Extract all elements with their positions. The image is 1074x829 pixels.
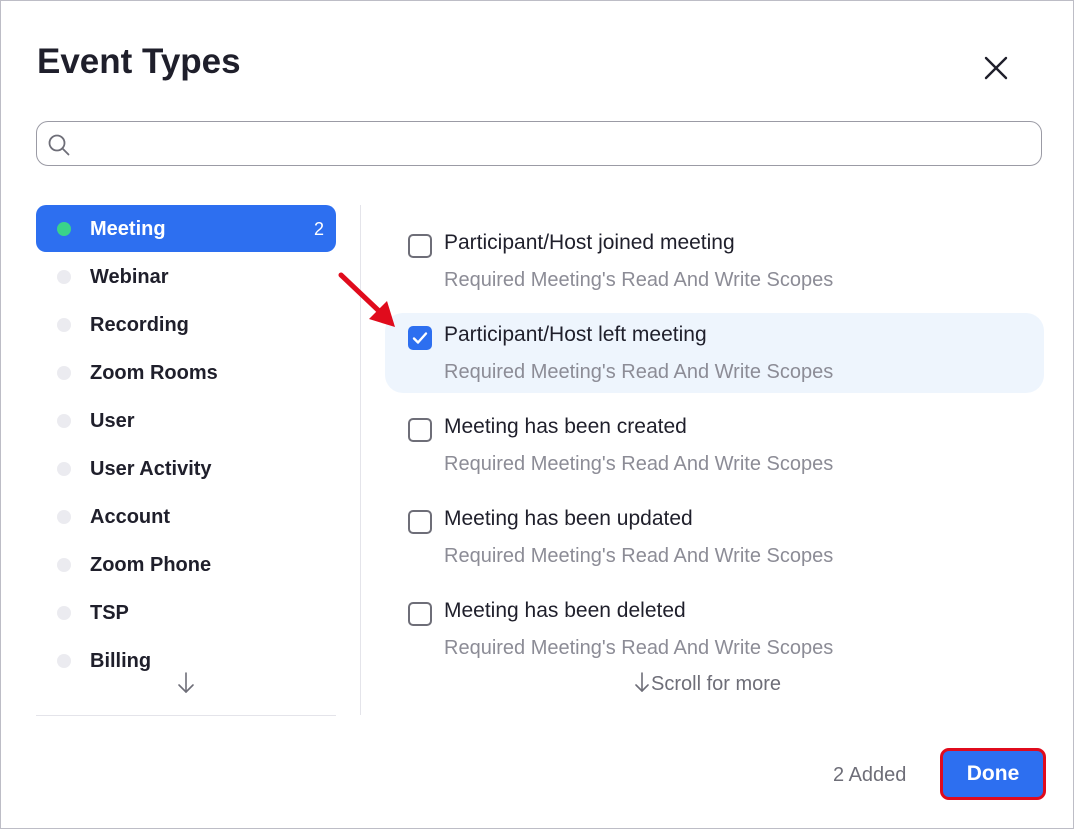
event-scope-text: Required Meeting's Read And Write Scopes xyxy=(444,637,834,659)
event-row[interactable]: Meeting has been deleted Required Meetin… xyxy=(385,589,1044,669)
dot-icon xyxy=(57,270,71,284)
event-row[interactable]: Meeting has been created Required Meetin… xyxy=(385,405,1044,485)
sidebar-item-label: Zoom Phone xyxy=(90,554,212,576)
event-checkbox[interactable] xyxy=(408,418,432,442)
event-scope-text: Required Meeting's Read And Write Scopes xyxy=(444,545,834,567)
added-count-text: 2 Added xyxy=(833,764,907,786)
sidebar-item-account[interactable]: Account xyxy=(36,493,336,540)
event-row-selected[interactable]: Participant/Host left meeting Required M… xyxy=(385,313,1044,393)
category-sidebar: Meeting 2 Webinar Recording Zoom Rooms U… xyxy=(36,205,336,716)
sidebar-item-label: Account xyxy=(90,506,170,528)
event-scope-text: Required Meeting's Read And Write Scopes xyxy=(444,361,834,383)
sidebar-item-webinar[interactable]: Webinar xyxy=(36,253,336,300)
close-icon xyxy=(984,56,1008,80)
dot-icon xyxy=(57,318,71,332)
event-row[interactable]: Participant/Host joined meeting Required… xyxy=(385,221,1044,301)
sidebar-item-count: 2 xyxy=(313,219,324,239)
done-button-label: Done xyxy=(945,753,1041,795)
dot-icon xyxy=(57,558,71,572)
arrow-down-icon xyxy=(635,672,649,692)
done-button[interactable]: Done xyxy=(940,748,1046,800)
active-dot-icon xyxy=(57,222,71,236)
search-icon xyxy=(48,134,70,156)
search-input[interactable] xyxy=(83,128,1027,162)
event-label: Meeting has been deleted xyxy=(444,599,686,622)
sidebar-item-zoom-rooms[interactable]: Zoom Rooms xyxy=(36,349,336,396)
sidebar-item-label: Zoom Rooms xyxy=(90,362,218,384)
checkmark-icon xyxy=(412,332,428,344)
sidebar-item-label: User Activity xyxy=(90,458,212,480)
sidebar-item-label: User xyxy=(90,410,135,432)
sidebar-item-zoom-phone[interactable]: Zoom Phone xyxy=(36,541,336,588)
sidebar-item-label: Billing xyxy=(90,650,152,672)
event-label: Meeting has been updated xyxy=(444,507,693,530)
dot-icon xyxy=(57,366,71,380)
sidebar-item-label: TSP xyxy=(90,602,129,624)
event-label: Participant/Host left meeting xyxy=(444,323,707,346)
dialog-title: Event Types xyxy=(37,42,241,81)
search-box[interactable] xyxy=(36,121,1042,166)
dot-icon xyxy=(57,414,71,428)
scroll-for-more-label: Scroll for more xyxy=(651,673,782,695)
sidebar-item-recording[interactable]: Recording xyxy=(36,301,336,348)
event-row[interactable]: Meeting has been updated Required Meetin… xyxy=(385,497,1044,577)
event-label: Meeting has been created xyxy=(444,415,687,438)
sidebar-item-label: Recording xyxy=(90,314,189,336)
scroll-for-more-hint[interactable]: Scroll for more xyxy=(633,671,781,696)
dot-icon xyxy=(57,510,71,524)
sidebar-item-user[interactable]: User xyxy=(36,397,336,444)
sidebar-item-label: Meeting xyxy=(90,218,166,240)
dot-icon xyxy=(57,462,71,476)
arrow-down-icon[interactable] xyxy=(176,671,196,695)
event-checkbox[interactable] xyxy=(408,234,432,258)
annotation-arrow-icon xyxy=(338,272,395,327)
event-list: Participant/Host joined meeting Required… xyxy=(385,221,1045,696)
event-scope-text: Required Meeting's Read And Write Scopes xyxy=(444,269,834,291)
event-label: Participant/Host joined meeting xyxy=(444,231,735,254)
close-button[interactable] xyxy=(977,49,1015,87)
sidebar-item-meeting[interactable]: Meeting 2 xyxy=(36,205,336,252)
event-checkbox[interactable] xyxy=(408,510,432,534)
sidebar-item-user-activity[interactable]: User Activity xyxy=(36,445,336,492)
dot-icon xyxy=(57,654,71,668)
event-types-dialog: Event Types Meeting 2 Webinar Recording xyxy=(0,0,1074,829)
event-checkbox[interactable] xyxy=(408,602,432,626)
sidebar-item-tsp[interactable]: TSP xyxy=(36,589,336,636)
dot-icon xyxy=(57,606,71,620)
event-checkbox-checked[interactable] xyxy=(408,326,432,350)
event-scope-text: Required Meeting's Read And Write Scopes xyxy=(444,453,834,475)
sidebar-item-label: Webinar xyxy=(90,266,169,288)
